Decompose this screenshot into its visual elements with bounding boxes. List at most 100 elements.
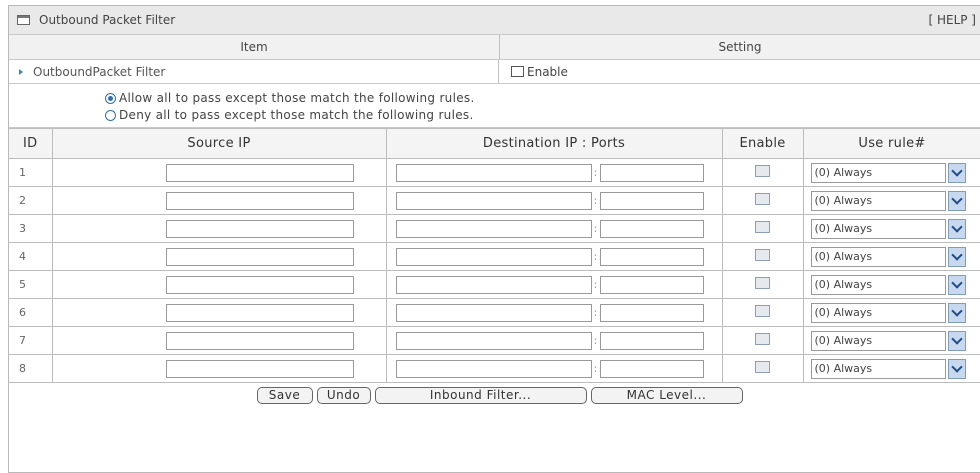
row-id: 1	[9, 158, 53, 187]
rule-enable-checkbox[interactable]	[755, 361, 770, 373]
rule-select[interactable]: (0) Always	[804, 330, 980, 351]
dropdown-button[interactable]	[947, 358, 966, 379]
source-ip-input[interactable]	[165, 331, 354, 350]
port-input[interactable]	[599, 219, 704, 238]
destination-ip-input[interactable]	[395, 219, 592, 238]
destination-ip-input[interactable]	[395, 303, 592, 322]
undo-button[interactable]: Undo	[316, 386, 371, 404]
destination-ip-input[interactable]	[395, 163, 592, 182]
port-input[interactable]	[599, 275, 704, 294]
rule-select[interactable]: (0) Always	[804, 162, 980, 183]
rule-enable-checkbox[interactable]	[755, 333, 770, 345]
inbound-filter-button[interactable]: Inbound Filter...	[374, 386, 587, 404]
destination-ip-input[interactable]	[395, 247, 592, 266]
rule-select-value[interactable]: (0) Always	[810, 330, 946, 351]
dropdown-button[interactable]	[947, 246, 966, 267]
destination-group: :	[387, 275, 722, 294]
source-ip-input[interactable]	[165, 247, 354, 266]
source-ip-input[interactable]	[165, 163, 354, 182]
destination-group: :	[387, 359, 722, 378]
col-id: ID	[9, 128, 53, 159]
source-ip-input[interactable]	[165, 275, 354, 294]
save-button[interactable]: Save	[256, 386, 313, 404]
row-id: 4	[9, 242, 53, 271]
rule-select[interactable]: (0) Always	[804, 358, 980, 379]
rule-enable-checkbox[interactable]	[755, 249, 770, 261]
rule-select-value[interactable]: (0) Always	[810, 246, 946, 267]
outbound-filter-panel: Outbound Packet Filter [ HELP ] Item Set…	[8, 5, 980, 473]
rule-select[interactable]: (0) Always	[804, 302, 980, 323]
row-id: 2	[9, 186, 53, 215]
rule-enable-checkbox[interactable]	[755, 305, 770, 317]
destination-group: :	[387, 247, 722, 266]
rule-cell: (0) Always	[802, 326, 980, 355]
dropdown-button[interactable]	[947, 162, 966, 183]
destination-cell: :	[385, 354, 723, 383]
source-ip-input[interactable]	[165, 359, 354, 378]
dropdown-button[interactable]	[947, 274, 966, 295]
rule-enable-checkbox[interactable]	[755, 221, 770, 233]
dropdown-button[interactable]	[947, 330, 966, 351]
rule-enable-checkbox[interactable]	[755, 277, 770, 289]
port-input[interactable]	[599, 247, 704, 266]
port-input[interactable]	[599, 331, 704, 350]
port-input[interactable]	[599, 191, 704, 210]
rule-select[interactable]: (0) Always	[804, 274, 980, 295]
filter-mode-area: Allow all to pass except those match the…	[9, 84, 980, 128]
rule-select-value[interactable]: (0) Always	[810, 358, 946, 379]
rule-select-value[interactable]: (0) Always	[810, 190, 946, 211]
rule-select-value[interactable]: (0) Always	[810, 302, 946, 323]
rule-enable-checkbox[interactable]	[755, 193, 770, 205]
port-separator: :	[593, 278, 598, 291]
rules-table: ID Source IP Destination IP : Ports Enab…	[9, 128, 980, 383]
rule-select-value[interactable]: (0) Always	[810, 274, 946, 295]
port-input[interactable]	[599, 163, 704, 182]
filter-enable-checkbox[interactable]	[511, 66, 524, 77]
chevron-down-icon	[950, 221, 963, 233]
rule-cell: (0) Always	[802, 354, 980, 383]
chevron-down-icon	[950, 249, 963, 261]
deny-radio[interactable]	[105, 109, 116, 121]
source-ip-input[interactable]	[165, 219, 354, 238]
dropdown-button[interactable]	[947, 190, 966, 211]
rule-select[interactable]: (0) Always	[804, 190, 980, 211]
port-input[interactable]	[599, 359, 704, 378]
destination-ip-input[interactable]	[395, 331, 592, 350]
row-id: 7	[9, 326, 53, 355]
mac-level-button[interactable]: MAC Level...	[590, 386, 743, 404]
rule-select-value[interactable]: (0) Always	[810, 218, 946, 239]
source-ip-input[interactable]	[165, 303, 354, 322]
table-row: 5 : (0) Always	[9, 270, 980, 299]
filter-enable-row: OutboundPacket Filter Enable	[9, 60, 980, 84]
destination-group: :	[387, 219, 722, 238]
filter-label: OutboundPacket Filter	[33, 64, 166, 79]
destination-ip-input[interactable]	[395, 359, 592, 378]
col-use-rule: Use rule#	[802, 128, 980, 159]
rule-enable-checkbox[interactable]	[755, 165, 770, 177]
table-row: 4 : (0) Always	[9, 242, 980, 271]
enable-cell	[721, 158, 804, 187]
filter-setting-cell: Enable	[499, 60, 980, 83]
destination-ip-input[interactable]	[395, 191, 592, 210]
rule-select[interactable]: (0) Always	[804, 246, 980, 267]
destination-cell: :	[385, 326, 723, 355]
destination-ip-input[interactable]	[395, 275, 592, 294]
dropdown-button[interactable]	[947, 302, 966, 323]
help-link[interactable]: [ HELP ]	[928, 13, 980, 27]
allow-radio[interactable]	[105, 92, 116, 104]
source-ip-input[interactable]	[165, 191, 354, 210]
enable-cell	[721, 186, 804, 215]
rule-select-value[interactable]: (0) Always	[810, 162, 946, 183]
mode-deny-option[interactable]: Deny all to pass except those match the …	[105, 108, 474, 122]
title-area: Outbound Packet Filter	[9, 13, 175, 27]
row-id: 8	[9, 354, 53, 383]
col-destination: Destination IP : Ports	[385, 128, 723, 159]
dropdown-button[interactable]	[947, 218, 966, 239]
port-separator: :	[593, 166, 598, 179]
mode-allow-option[interactable]: Allow all to pass except those match the…	[105, 91, 475, 105]
col-enable: Enable	[721, 128, 804, 159]
rule-select[interactable]: (0) Always	[804, 218, 980, 239]
source-cell	[51, 214, 387, 243]
port-input[interactable]	[599, 303, 704, 322]
enable-cell	[721, 326, 804, 355]
